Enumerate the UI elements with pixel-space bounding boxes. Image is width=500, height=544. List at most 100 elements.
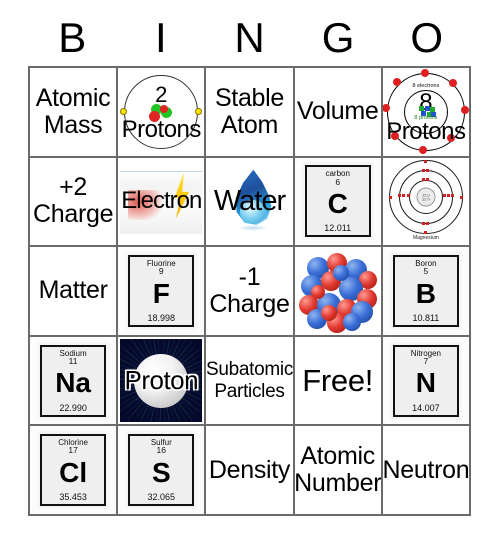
electron-dot bbox=[406, 194, 410, 198]
oxygen-bohr-diagram-icon: 8 electrons 8 8 protons Protons bbox=[382, 68, 469, 154]
cell-neutron-label: Neutron bbox=[382, 455, 470, 484]
cell-element-chlorine[interactable]: Chlorine 17 Cl 35.453 bbox=[30, 426, 119, 516]
cell-matter[interactable]: Matter bbox=[30, 247, 119, 337]
element-symbol: S bbox=[151, 456, 171, 488]
electron-dot bbox=[425, 178, 429, 182]
cell-density[interactable]: Density bbox=[206, 426, 295, 516]
element-symbol: F bbox=[152, 277, 170, 309]
periodic-tile: Sulfur 16 S 32.065 bbox=[128, 434, 195, 507]
neutron-sphere bbox=[342, 312, 361, 331]
cell-element-nitrogen-tile: Nitrogen 7 N 14.007 bbox=[382, 336, 469, 425]
cell-free-space[interactable]: Free! bbox=[294, 336, 383, 427]
periodic-tile: Chlorine 17 Cl 35.453 bbox=[40, 434, 107, 507]
electron-dot bbox=[425, 222, 429, 226]
cell-plus-2-charge[interactable]: +2 Charge bbox=[30, 157, 119, 248]
bingo-header-letter-g: G bbox=[321, 14, 355, 61]
diagram-caption: Magnesium bbox=[412, 235, 439, 242]
cell-element-boron-tile: Boron 5 B 10.811 bbox=[382, 247, 469, 335]
electron-dot bbox=[446, 194, 450, 198]
cell-nucleus-cluster[interactable] bbox=[294, 247, 383, 337]
element-atomic-mass: 32.065 bbox=[147, 492, 176, 503]
element-atomic-number: 17 bbox=[68, 445, 78, 456]
periodic-tile: Fluorine 9 F 18.998 bbox=[128, 254, 195, 327]
element-symbol: Cl bbox=[59, 456, 88, 488]
cell-element-carbon-tile: carbon 6 C 12.011 bbox=[294, 157, 381, 246]
cell-element-sodium[interactable]: Sodium 11 Na 22.990 bbox=[30, 336, 119, 427]
cell-neutron[interactable]: Neutron bbox=[382, 426, 471, 516]
nucleus-neutrons: 12 n bbox=[421, 196, 430, 202]
electron-dot bbox=[421, 169, 425, 173]
cell-element-sodium-tile: Sodium 11 Na 22.990 bbox=[30, 336, 117, 425]
proton-sphere bbox=[310, 284, 325, 299]
electron-dot bbox=[418, 145, 427, 154]
element-atomic-mass: 35.453 bbox=[59, 492, 87, 503]
electron-dot bbox=[442, 194, 446, 198]
proton-count: 2 bbox=[155, 81, 168, 107]
bingo-header-letter-n: N bbox=[234, 14, 265, 61]
element-symbol: Na bbox=[55, 367, 91, 399]
cell-minus-1-charge[interactable]: -1 Charge bbox=[206, 247, 295, 337]
cell-atomic-mass[interactable]: Atomic Mass bbox=[30, 68, 119, 158]
bingo-header-letter-i: I bbox=[155, 14, 167, 61]
cell-volume[interactable]: Volume bbox=[294, 68, 383, 158]
cell-stable-atom[interactable]: Stable Atom bbox=[206, 68, 295, 158]
element-atomic-mass: 12.011 bbox=[324, 223, 352, 234]
element-atomic-number: 7 bbox=[423, 355, 429, 366]
cell-element-nitrogen[interactable]: Nitrogen 7 N 14.007 bbox=[382, 336, 471, 427]
element-atomic-mass: 18.998 bbox=[147, 313, 176, 324]
element-symbol: N bbox=[415, 367, 436, 399]
periodic-tile: carbon 6 C 12.011 bbox=[304, 165, 371, 238]
magnesium-bohr-diagram-icon: 12 p 12 n Magnesium bbox=[383, 159, 468, 244]
electron-dot bbox=[450, 194, 454, 198]
element-atomic-number: 6 bbox=[335, 176, 341, 187]
electron-dot bbox=[401, 194, 405, 198]
proton-label: Protons bbox=[386, 117, 466, 145]
element-symbol: C bbox=[327, 187, 348, 219]
cell-element-boron[interactable]: Boron 5 B 10.811 bbox=[382, 247, 471, 337]
electron-dot bbox=[423, 160, 427, 164]
cell-element-fluorine[interactable]: Fluorine 9 F 18.998 bbox=[118, 247, 207, 337]
periodic-tile: Sodium 11 Na 22.990 bbox=[40, 344, 107, 417]
proton-cell-content: Proton bbox=[118, 337, 204, 425]
cell-density-label: Density bbox=[208, 455, 291, 484]
electron-dot bbox=[421, 222, 425, 226]
cell-8-protons[interactable]: 8 electrons 8 8 protons Protons bbox=[382, 68, 471, 158]
cell-subatomic-particles[interactable]: Subatomic Particles bbox=[206, 336, 295, 427]
periodic-tile: Boron 5 B 10.811 bbox=[392, 254, 459, 327]
electron-dot bbox=[388, 196, 392, 200]
cell-free-space-label: Free! bbox=[302, 362, 374, 398]
proton-sphere bbox=[320, 304, 337, 321]
electron-cell-content: Electron bbox=[118, 158, 204, 246]
bingo-header-letter-o: O bbox=[410, 14, 443, 61]
cell-electron[interactable]: Electron bbox=[118, 157, 207, 248]
cell-element-sulfur[interactable]: Sulfur 16 S 32.065 bbox=[118, 426, 207, 516]
periodic-tile: Nitrogen 7 N 14.007 bbox=[392, 344, 459, 417]
element-atomic-mass: 22.990 bbox=[59, 402, 87, 413]
nucleus-icon: 12 p 12 n bbox=[416, 187, 436, 207]
cell-atomic-number[interactable]: Atomic Number bbox=[294, 426, 383, 516]
element-atomic-number: 9 bbox=[158, 266, 164, 277]
cell-stable-atom-label: Stable Atom bbox=[214, 83, 285, 139]
helium-bohr-diagram-icon: 2 Protons bbox=[118, 70, 204, 154]
bingo-header-letter-b: B bbox=[58, 14, 87, 61]
electron-dot bbox=[420, 68, 429, 77]
element-symbol: B bbox=[415, 277, 436, 309]
bingo-card-page: B I N G O Atomic Mass 2 Protons Stable Atom Volu… bbox=[0, 0, 500, 544]
bingo-header: BINGO bbox=[28, 12, 471, 64]
electron-dot bbox=[195, 107, 203, 115]
proton-label: Proton bbox=[124, 365, 199, 396]
water-cell-content: Water bbox=[206, 158, 292, 246]
electron-dot bbox=[423, 231, 427, 235]
cell-element-chlorine-tile: Chlorine 17 Cl 35.453 bbox=[30, 426, 117, 514]
cell-element-carbon[interactable]: carbon 6 C 12.011 bbox=[294, 157, 383, 248]
element-atomic-mass: 10.811 bbox=[412, 313, 440, 324]
cell-atomic-number-label: Atomic Number bbox=[294, 442, 382, 498]
element-atomic-number: 16 bbox=[156, 445, 167, 456]
cell-2-protons[interactable]: 2 Protons bbox=[118, 68, 207, 158]
cell-proton[interactable]: Proton bbox=[118, 336, 207, 427]
element-atomic-number: 11 bbox=[68, 355, 78, 366]
cell-plus-2-charge-label: +2 Charge bbox=[32, 173, 114, 229]
cell-water[interactable]: Water bbox=[206, 157, 295, 248]
cell-magnesium-diagram[interactable]: 12 p 12 n Magnesium bbox=[382, 157, 471, 248]
electron-dot bbox=[397, 194, 401, 198]
